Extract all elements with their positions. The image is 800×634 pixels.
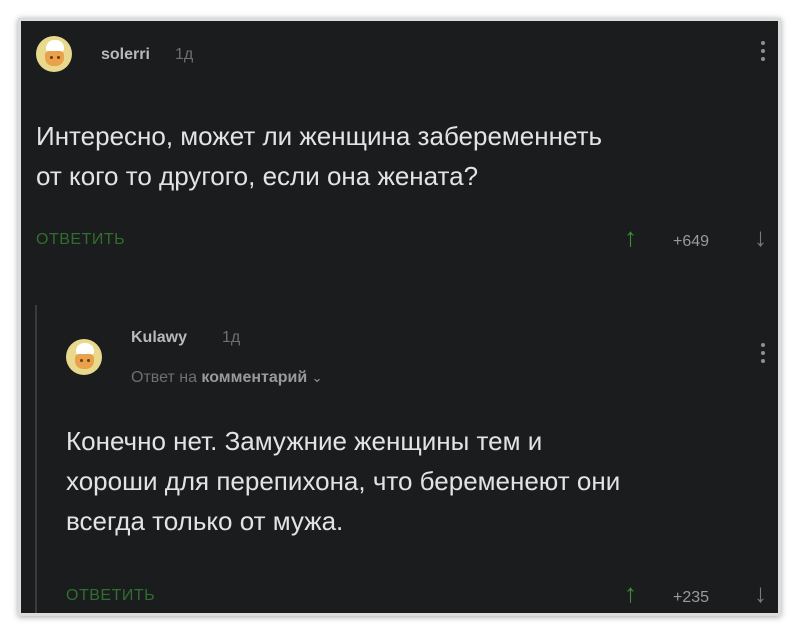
arrow-down-icon[interactable]: ↓ [754,580,767,606]
reply-to-target[interactable]: комментарий [201,369,307,386]
chevron-down-icon[interactable]: ⌄ [312,370,323,385]
arrow-up-icon[interactable]: ↑ [624,580,637,606]
more-options-icon[interactable] [761,343,765,367]
comment-text-line: Интересно, может ли женщина забеременнет… [36,121,603,151]
reply-to-prefix: Ответ на [131,369,197,386]
comment-text-line: Конечно нет. Замужние женщины тем и [66,426,543,456]
comment-author[interactable]: solerri [101,46,150,64]
comment-text: Интересно, может ли женщина забеременнет… [36,116,766,196]
comment-text: Конечно нет. Замужние женщины тем и хоро… [66,421,766,541]
comments-panel: solerri 1д Интересно, может ли женщина з… [21,21,778,613]
arrow-up-icon[interactable]: ↑ [624,224,637,250]
comment-text-line: хороши для перепихона, что беременеют он… [66,466,621,496]
reply-button[interactable]: ОТВЕТИТЬ [36,231,125,249]
comment-text-line: всегда только от мужа. [66,506,344,536]
rating-count: +649 [673,233,710,250]
avatar[interactable] [66,339,102,375]
more-options-icon[interactable] [761,41,765,65]
avatar[interactable] [36,36,72,72]
reply-to-link[interactable]: Ответ на комментарий ⌄ [131,369,323,387]
reply-button[interactable]: ОТВЕТИТЬ [66,587,155,605]
comment-time: 1д [222,329,241,346]
comment-text-line: от кого то другого, если она жената? [36,161,479,191]
thread-line[interactable] [35,305,37,613]
comment-author[interactable]: Kulawy [131,329,187,347]
comment-time: 1д [175,46,194,63]
arrow-down-icon[interactable]: ↓ [754,224,767,250]
rating-count: +235 [673,589,710,606]
